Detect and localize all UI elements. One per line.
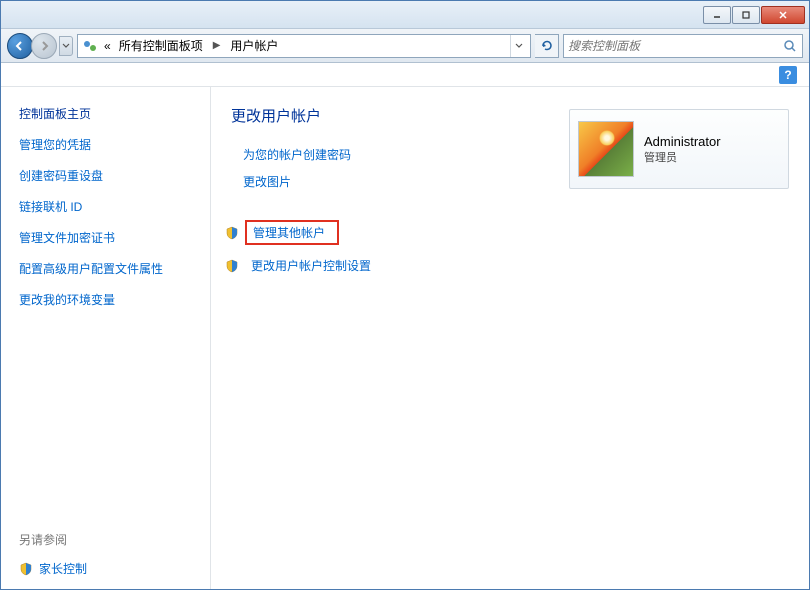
shield-icon: [225, 226, 239, 240]
search-icon[interactable]: [782, 38, 798, 54]
user-card[interactable]: Administrator 管理员: [569, 109, 789, 189]
back-button[interactable]: [7, 33, 33, 59]
link-uac-settings[interactable]: 更改用户帐户控制设置: [225, 255, 789, 276]
sidebar-link-parental[interactable]: 家长控制: [19, 560, 198, 577]
shield-icon: [19, 562, 33, 576]
control-panel-icon: [82, 38, 98, 54]
sidebar-link-online-id[interactable]: 链接联机 ID: [19, 198, 198, 215]
breadcrumb-seg1[interactable]: 所有控制面板项: [117, 37, 205, 54]
main: 更改用户帐户 为您的帐户创建密码 更改图片 管理其他帐户 更改用户帐户控制设置 …: [211, 87, 809, 589]
sidebar-link-encryption-certs[interactable]: 管理文件加密证书: [19, 229, 198, 246]
help-strip: ?: [1, 63, 809, 87]
address-dropdown[interactable]: [510, 35, 526, 57]
breadcrumb-arrow-icon: ▶: [209, 40, 225, 51]
user-name: Administrator: [644, 134, 721, 149]
navbar: « 所有控制面板项 ▶ 用户帐户: [1, 29, 809, 63]
content: 控制面板主页 管理您的凭据 创建密码重设盘 链接联机 ID 管理文件加密证书 配…: [1, 87, 809, 589]
minimize-button[interactable]: [703, 6, 731, 24]
window-controls: [702, 6, 805, 24]
link-text: 更改用户帐户控制设置: [245, 255, 377, 276]
sidebar-link-env-vars[interactable]: 更改我的环境变量: [19, 291, 198, 308]
sidebar-link-password-reset-disk[interactable]: 创建密码重设盘: [19, 167, 198, 184]
user-picture: [578, 121, 634, 177]
user-role: 管理员: [644, 149, 721, 165]
search-input[interactable]: [568, 39, 782, 53]
link-manage-other-accounts[interactable]: 管理其他帐户: [225, 220, 789, 245]
sidebar-title[interactable]: 控制面板主页: [19, 105, 198, 122]
user-info: Administrator 管理员: [644, 134, 721, 165]
maximize-button[interactable]: [732, 6, 760, 24]
shield-icon: [225, 259, 239, 273]
forward-button[interactable]: [31, 33, 57, 59]
sidebar: 控制面板主页 管理您的凭据 创建密码重设盘 链接联机 ID 管理文件加密证书 配…: [1, 87, 211, 589]
breadcrumb-prefix[interactable]: «: [102, 39, 113, 53]
close-button[interactable]: [761, 6, 805, 24]
nav-arrows: [7, 33, 73, 59]
sidebar-link-credentials[interactable]: 管理您的凭据: [19, 136, 198, 153]
nav-history-dropdown[interactable]: [59, 36, 73, 56]
refresh-button[interactable]: [535, 34, 559, 58]
breadcrumb-seg2[interactable]: 用户帐户: [228, 37, 280, 54]
parental-label: 家长控制: [39, 560, 87, 577]
see-also-label: 另请参阅: [19, 531, 198, 548]
link-text: 管理其他帐户: [245, 220, 339, 245]
searchbox[interactable]: [563, 34, 803, 58]
window: « 所有控制面板项 ▶ 用户帐户 ? 控制面板主页 管理您的凭据 创建密码重设盘: [0, 0, 810, 590]
sidebar-link-advanced-profile[interactable]: 配置高级用户配置文件属性: [19, 260, 198, 277]
addressbar[interactable]: « 所有控制面板项 ▶ 用户帐户: [77, 34, 531, 58]
titlebar: [1, 1, 809, 29]
help-button[interactable]: ?: [779, 66, 797, 84]
